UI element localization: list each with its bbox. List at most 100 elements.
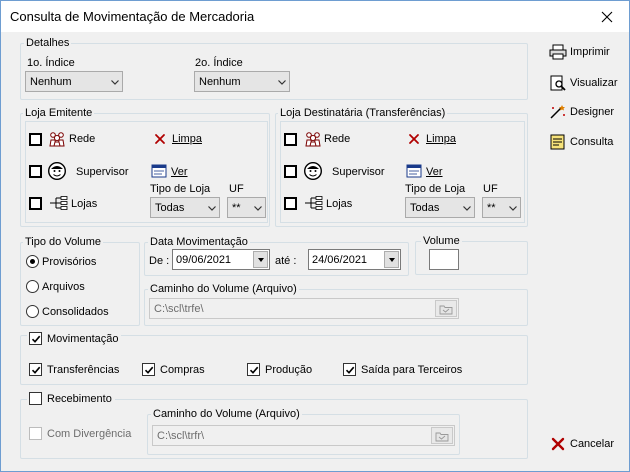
consulta-button[interactable]: Consulta <box>549 132 613 152</box>
volume-legend: Volume <box>421 235 462 247</box>
indice1-value: Nenhum <box>30 75 72 88</box>
supervisor-face-icon <box>47 162 67 180</box>
window-title: Consulta de Movimentação de Mercadoria <box>10 9 255 24</box>
designer-wand-icon <box>549 104 567 120</box>
rede-emitente-label[interactable]: Rede <box>69 133 95 145</box>
indice2-select[interactable]: Nenhum <box>194 71 290 92</box>
com-divergencia-checkbox[interactable] <box>29 427 42 440</box>
chevron-down-icon <box>254 204 262 212</box>
lojas-emitente-checkbox[interactable] <box>29 197 42 210</box>
browse-folder-button[interactable] <box>435 300 457 317</box>
saida-terceiros-checkbox[interactable] <box>343 363 356 376</box>
tipo-loja-emitente-label: Tipo de Loja <box>150 183 211 195</box>
limpa-destinataria-button[interactable]: Limpa <box>426 133 456 145</box>
lojas-destinataria-checkbox[interactable] <box>284 197 297 210</box>
transferencias-checkbox[interactable] <box>29 363 42 376</box>
folder-icon <box>439 303 453 315</box>
folder-icon <box>435 430 449 442</box>
tree-icon <box>303 196 323 210</box>
loja-destinataria-legend: Loja Destinatária (Transferências) <box>278 107 448 119</box>
caminho-arquivo-legend: Caminho do Volume (Arquivo) <box>148 283 299 295</box>
window-icon <box>406 164 422 178</box>
recebimento-checkbox[interactable] <box>29 392 42 405</box>
checkmark-icon <box>345 365 355 375</box>
close-button[interactable] <box>597 7 617 27</box>
provisorios-radio[interactable] <box>26 255 39 268</box>
lojas-destinataria-label[interactable]: Lojas <box>326 198 352 210</box>
supervisor-destinataria-label[interactable]: Supervisor <box>332 166 385 178</box>
date-from-dropdown[interactable] <box>253 251 268 268</box>
caminho-recebimento-legend: Caminho do Volume (Arquivo) <box>151 408 302 420</box>
uf-emitente-select[interactable]: ** <box>227 197 266 218</box>
designer-button[interactable]: Designer <box>549 102 614 122</box>
supervisor-destinataria-checkbox[interactable] <box>284 165 297 178</box>
supervisor-face-icon <box>303 162 323 180</box>
provisorios-label[interactable]: Provisórios <box>42 256 96 268</box>
recebimento-label[interactable]: Recebimento <box>47 393 112 405</box>
title-bar: Consulta de Movimentação de Mercadoria <box>1 1 629 32</box>
browse-folder-button[interactable] <box>431 427 453 444</box>
checkmark-icon <box>31 365 41 375</box>
compras-label[interactable]: Compras <box>160 364 205 376</box>
date-to-picker[interactable]: 24/06/2021 <box>308 249 401 270</box>
saida-terceiros-label[interactable]: Saída para Terceiros <box>361 364 462 376</box>
visualizar-button[interactable]: Visualizar <box>549 73 618 93</box>
caminho-recebimento-field: C:\scl\trfr\ <box>152 425 455 446</box>
tipo-loja-emitente-select[interactable]: Todas <box>150 197 220 218</box>
caminho-arquivo-value: C:\scl\trfe\ <box>154 302 204 315</box>
uf-destinataria-select[interactable]: ** <box>482 197 521 218</box>
checkmark-icon <box>144 365 154 375</box>
tipo-loja-destinataria-label: Tipo de Loja <box>405 183 466 195</box>
visualizar-label: Visualizar <box>570 77 618 89</box>
arquivos-radio[interactable] <box>26 280 39 293</box>
imprimir-button[interactable]: Imprimir <box>549 42 610 62</box>
volume-input[interactable] <box>429 249 459 270</box>
consolidados-radio[interactable] <box>26 305 39 318</box>
ver-emitente-button[interactable]: Ver <box>171 166 188 178</box>
designer-label: Designer <box>570 106 615 118</box>
data-mov-legend: Data Movimentação <box>148 236 250 248</box>
chevron-down-icon <box>208 204 216 212</box>
loja-emitente-legend: Loja Emitente <box>23 107 95 119</box>
supervisor-emitente-checkbox[interactable] <box>29 165 42 178</box>
rede-emitente-checkbox[interactable] <box>29 133 42 146</box>
rede-destinataria-checkbox[interactable] <box>284 133 297 146</box>
supervisor-emitente-label[interactable]: Supervisor <box>76 166 129 178</box>
producao-label[interactable]: Produção <box>265 364 312 376</box>
tipo-loja-destinataria-select[interactable]: Todas <box>405 197 475 218</box>
cancelar-button[interactable]: Cancelar <box>549 434 614 454</box>
com-divergencia-label[interactable]: Com Divergência <box>47 428 131 440</box>
chevron-down-icon <box>111 78 119 86</box>
people-icon <box>48 131 66 147</box>
indice1-select[interactable]: Nenhum <box>25 71 123 92</box>
consulta-label: Consulta <box>570 136 614 148</box>
caminho-recebimento-value: C:\scl\trfr\ <box>157 429 205 442</box>
arquivos-label[interactable]: Arquivos <box>42 281 85 293</box>
rede-destinataria-label[interactable]: Rede <box>324 133 350 145</box>
movimentacao-checkbox[interactable] <box>29 332 42 345</box>
date-to-dropdown[interactable] <box>384 251 399 268</box>
indice2-value: Nenhum <box>199 75 241 88</box>
main-window: Consulta de Movimentação de Mercadoria D… <box>0 0 630 472</box>
chevron-down-icon <box>278 78 286 86</box>
uf-destinataria-value: ** <box>487 201 496 214</box>
lojas-emitente-label[interactable]: Lojas <box>71 198 97 210</box>
indice1-label: 1o. Índice <box>27 57 75 69</box>
consolidados-label[interactable]: Consolidados <box>42 306 109 318</box>
uf-destinataria-label: UF <box>483 183 498 195</box>
checkmark-icon <box>249 365 259 375</box>
ver-destinataria-button[interactable]: Ver <box>426 166 443 178</box>
people-icon <box>304 131 322 147</box>
triangle-down-icon <box>388 256 396 264</box>
producao-checkbox[interactable] <box>247 363 260 376</box>
tipo-loja-emitente-value: Todas <box>155 201 185 214</box>
close-icon <box>601 11 613 23</box>
limpa-emitente-button[interactable]: Limpa <box>172 133 202 145</box>
tipo-volume-legend: Tipo do Volume <box>23 236 104 248</box>
date-from-picker[interactable]: 09/06/2021 <box>172 249 270 270</box>
window-icon <box>151 164 167 178</box>
transferencias-label[interactable]: Transferências <box>47 364 119 376</box>
compras-checkbox[interactable] <box>142 363 155 376</box>
movimentacao-label[interactable]: Movimentação <box>47 333 119 345</box>
date-to-value: 24/06/2021 <box>312 253 368 266</box>
